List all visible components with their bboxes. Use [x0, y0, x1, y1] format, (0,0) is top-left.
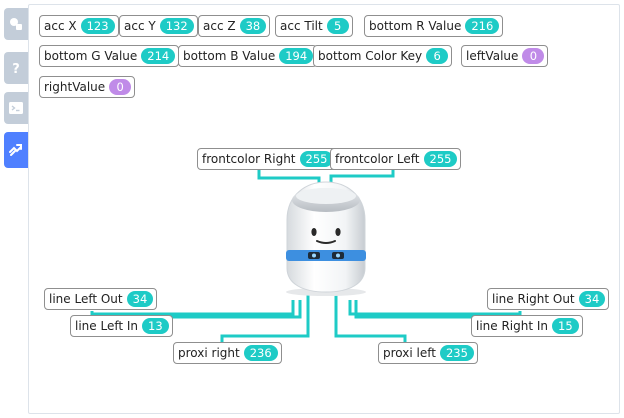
sensor-chip-left-value: leftValue 0 — [461, 45, 549, 67]
sensor-chip-acc-y: acc Y 132 — [119, 15, 198, 37]
svg-text:?: ? — [12, 62, 20, 76]
sensor-label: bottom G Value — [44, 49, 138, 63]
terminal-icon — [9, 102, 23, 114]
tab-help[interactable]: ? — [4, 52, 28, 84]
sensor-chip-line-right-out: line Right Out 34 — [487, 288, 610, 310]
sensor-chip-bottom-r-value: bottom R Value 216 — [364, 15, 504, 37]
sensor-chip-line-right-in: line Right In 15 — [471, 315, 583, 337]
sensor-chip-line-left-in: line Left In 13 — [70, 315, 173, 337]
sensor-label: acc Z — [203, 19, 236, 33]
sensor-label: rightValue — [44, 80, 106, 94]
sensor-chip-proxi-left: proxi left 235 — [378, 342, 478, 364]
sensor-label: acc Y — [124, 19, 156, 33]
hardware-link-icon — [9, 144, 22, 156]
sensor-chip-line-left-out: line Left Out 34 — [44, 288, 158, 310]
sensor-label: acc X — [44, 19, 77, 33]
sensor-label: frontcolor Right — [202, 152, 296, 166]
sensor-chip-acc-z: acc Z 38 — [198, 15, 271, 37]
robot-image — [286, 181, 366, 296]
help-icon: ? — [12, 62, 20, 76]
sensor-label: frontcolor Left — [335, 152, 420, 166]
sensor-label: line Right In — [476, 319, 549, 333]
sensor-value: 255 — [423, 151, 458, 167]
sensor-label: acc Tilt — [280, 19, 323, 33]
sensor-value: 5 — [326, 18, 349, 34]
sensor-value: 0 — [522, 48, 545, 64]
sensor-label: line Left In — [75, 319, 139, 333]
sensor-value: 255 — [299, 151, 334, 167]
sensor-value: 216 — [465, 18, 500, 34]
sensor-chip-bottom-g-value: bottom G Value 214 — [39, 45, 180, 67]
sensor-label: leftValue — [466, 49, 519, 63]
sensor-value: 235 — [439, 345, 474, 361]
sensor-label: bottom Color Key — [318, 49, 423, 63]
sensor-value: 236 — [243, 345, 278, 361]
sensor-value: 214 — [141, 48, 176, 64]
sensor-label: line Left Out — [49, 292, 123, 306]
sensor-chip-bottom-b-value: bottom B Value 194 — [178, 45, 318, 67]
hardware-monitor-app: ? acc X 123 acc Y 132 acc Z 38 acc Tilt … — [0, 0, 624, 418]
sensor-chip-right-value: rightValue 0 — [39, 76, 136, 98]
sensor-chip-frontcolor-right: frontcolor Right 255 — [197, 148, 338, 170]
sensor-label: bottom R Value — [369, 19, 462, 33]
sensor-value: 38 — [239, 18, 267, 34]
sensor-value: 0 — [109, 79, 132, 95]
sensor-label: line Right Out — [492, 292, 575, 306]
sensor-value: 123 — [80, 18, 115, 34]
sensor-chip-frontcolor-left: frontcolor Left 255 — [330, 148, 462, 170]
sensor-label: bottom B Value — [183, 49, 276, 63]
sensor-chip-acc-x: acc X 123 — [39, 15, 119, 37]
sensor-value: 34 — [578, 291, 606, 307]
sensor-value: 15 — [552, 318, 579, 334]
tab-console[interactable] — [4, 92, 28, 124]
sensor-chip-acc-tilt: acc Tilt 5 — [275, 15, 353, 37]
sensor-chip-bottom-color-key: bottom Color Key 6 — [313, 45, 453, 67]
sensor-chip-proxi-right: proxi right 236 — [173, 342, 282, 364]
blocks-icon — [10, 18, 22, 30]
sensor-value: 132 — [159, 18, 194, 34]
tab-blocks[interactable] — [4, 8, 28, 40]
sensor-value: 13 — [142, 318, 169, 334]
tab-hardware[interactable] — [4, 132, 28, 168]
sensor-label: proxi right — [178, 346, 240, 360]
sensor-label: proxi left — [383, 346, 436, 360]
sensor-value: 34 — [126, 291, 154, 307]
sensor-value: 6 — [426, 48, 449, 64]
sensor-value: 194 — [279, 48, 314, 64]
